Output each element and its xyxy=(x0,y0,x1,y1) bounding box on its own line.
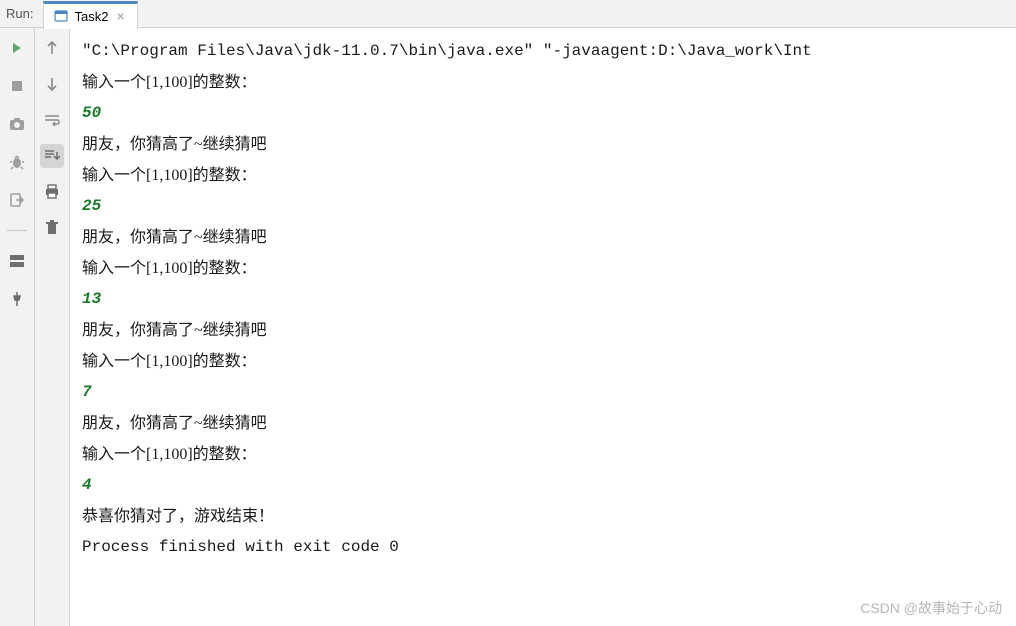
top-bar: Run: Task2 × xyxy=(0,0,1016,28)
user-input-line: 4 xyxy=(82,470,1016,501)
main-area: "C:\Program Files\Java\jdk-11.0.7\bin\ja… xyxy=(0,28,1016,626)
command-line: "C:\Program Files\Java\jdk-11.0.7\bin\ja… xyxy=(82,36,1016,67)
left-gutter-1 xyxy=(0,28,35,626)
prompt-line: 输入一个[1,100]的整数： xyxy=(82,160,1016,191)
user-input-line: 13 xyxy=(82,284,1016,315)
tab-task2[interactable]: Task2 × xyxy=(43,1,137,29)
user-input-line: 25 xyxy=(82,191,1016,222)
exit-line: Process finished with exit code 0 xyxy=(82,532,1016,563)
scroll-to-end-icon[interactable] xyxy=(40,144,64,168)
exit-icon[interactable] xyxy=(5,188,29,212)
close-icon[interactable]: × xyxy=(114,8,126,24)
run-config-icon xyxy=(54,9,68,23)
rerun-button[interactable] xyxy=(5,36,29,60)
soft-wrap-icon[interactable] xyxy=(40,108,64,132)
feedback-line: 朋友，你猜高了~继续猜吧 xyxy=(82,315,1016,346)
feedback-line: 朋友，你猜高了~继续猜吧 xyxy=(82,408,1016,439)
trash-icon[interactable] xyxy=(40,216,64,240)
prompt-line: 输入一个[1,100]的整数： xyxy=(82,253,1016,284)
user-input-line: 7 xyxy=(82,377,1016,408)
pin-icon[interactable] xyxy=(5,287,29,311)
down-arrow-icon[interactable] xyxy=(40,72,64,96)
left-gutter-2 xyxy=(35,28,70,626)
up-arrow-icon[interactable] xyxy=(40,36,64,60)
camera-icon[interactable] xyxy=(5,112,29,136)
debug-icon[interactable] xyxy=(5,150,29,174)
tab-label: Task2 xyxy=(74,9,108,24)
feedback-line: 朋友，你猜高了~继续猜吧 xyxy=(82,129,1016,160)
console-output[interactable]: "C:\Program Files\Java\jdk-11.0.7\bin\ja… xyxy=(70,28,1016,626)
watermark: CSDN @故事始于心动 xyxy=(860,598,1002,618)
feedback-line: 朋友，你猜高了~继续猜吧 xyxy=(82,222,1016,253)
user-input-line: 50 xyxy=(82,98,1016,129)
prompt-line: 输入一个[1,100]的整数： xyxy=(82,67,1016,98)
separator xyxy=(7,230,27,231)
stop-button[interactable] xyxy=(5,74,29,98)
prompt-line: 输入一个[1,100]的整数： xyxy=(82,346,1016,377)
layout-icon[interactable] xyxy=(5,249,29,273)
run-label: Run: xyxy=(0,6,43,21)
feedback-line: 恭喜你猜对了，游戏结束！ xyxy=(82,501,1016,532)
prompt-line: 输入一个[1,100]的整数： xyxy=(82,439,1016,470)
print-icon[interactable] xyxy=(40,180,64,204)
